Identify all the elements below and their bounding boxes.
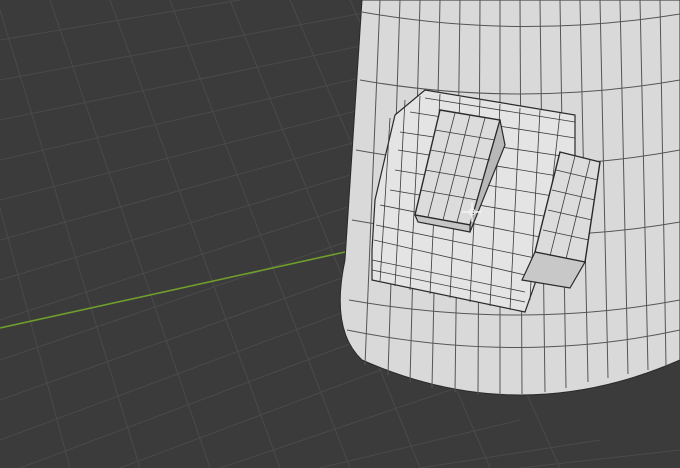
viewport-canvas[interactable] [0,0,680,468]
x-axis-line [0,251,346,329]
3d-viewport[interactable] [0,0,680,468]
